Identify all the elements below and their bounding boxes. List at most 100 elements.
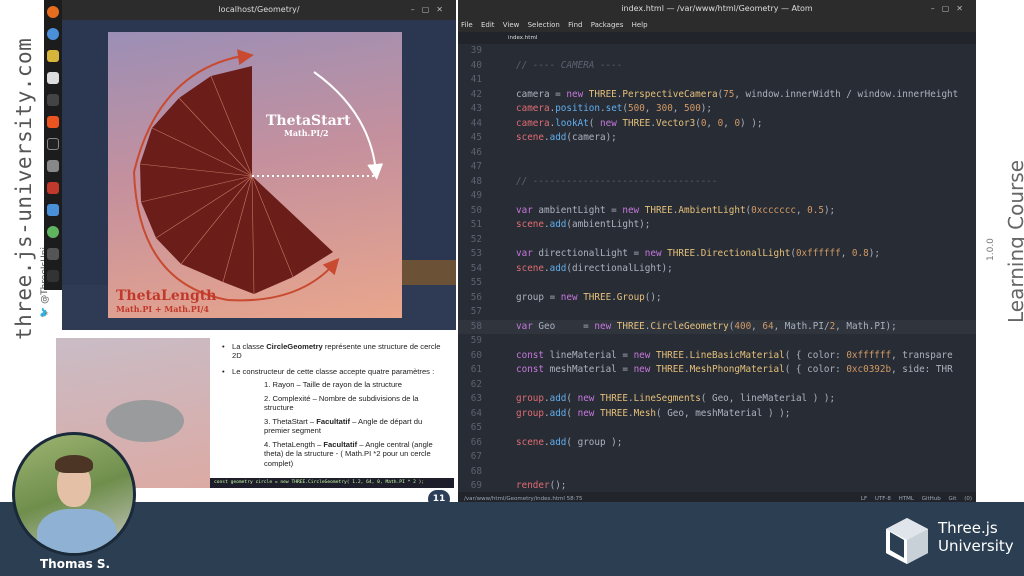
settings-icon[interactable]: [47, 160, 59, 172]
line-number: 69: [470, 480, 482, 491]
line-text: var ambientLight = new THREE.AmbientLigh…: [516, 204, 836, 216]
course-version: 1.0.0: [986, 238, 996, 261]
chrome-icon[interactable]: [47, 28, 59, 40]
scene-background-window: [398, 260, 456, 288]
code-line[interactable]: 63 group.add( new THREE.LineSegments( Geo…: [458, 392, 976, 407]
code-line[interactable]: 55: [458, 276, 976, 291]
code-line[interactable]: 56 group = new THREE.Group();: [458, 291, 976, 306]
line-text: var directionalLight = new THREE.Directi…: [516, 248, 880, 259]
presenter-avatar: [12, 432, 136, 556]
geometry-diagram: ThetaStart Math.PI/2 ThetaLength Math.PI…: [116, 49, 384, 314]
theta-start-label: ThetaStart: [266, 113, 351, 129]
app-icon[interactable]: [47, 50, 59, 62]
menu-edit[interactable]: Edit: [481, 21, 495, 29]
line-number: 40: [470, 59, 482, 71]
code-line[interactable]: 42 camera = new THREE.PerspectiveCamera(7…: [458, 88, 976, 103]
atom-titlebar: index.html — /var/www/html/Geometry — At…: [458, 0, 976, 18]
software-icon[interactable]: [47, 116, 59, 128]
theta-length-label: ThetaLength: [116, 288, 216, 304]
apps-grid-icon[interactable]: [47, 270, 59, 282]
line-number: 51: [470, 219, 482, 230]
code-line[interactable]: 40 // ---- CAMERA ----: [458, 59, 976, 74]
line-number: 47: [470, 161, 482, 172]
param-item: 1. Rayon – Taille de rayon de la structu…: [264, 380, 402, 390]
firefox-icon[interactable]: [47, 6, 59, 18]
webgl-canvas[interactable]: ThetaStart Math.PI/2 ThetaLength Math.PI…: [108, 32, 402, 318]
inkscape-icon[interactable]: [47, 138, 59, 150]
menu-bar: File Edit View Selection Find Packages H…: [458, 18, 976, 32]
line-number: 48: [470, 175, 482, 187]
param-item: 2. Complexité – Nombre de subdivisions d…: [264, 393, 419, 413]
line-text: var Geo = new THREE.CircleGeometry(400, …: [516, 320, 897, 332]
line-number: 56: [470, 291, 482, 303]
code-line[interactable]: 68: [458, 465, 976, 480]
line-number: 44: [470, 117, 482, 129]
code-line[interactable]: 45 scene.add(camera);: [458, 131, 976, 146]
code-line[interactable]: 60 const lineMaterial = new THREE.LineBas…: [458, 349, 976, 364]
line-text: scene.add( group );: [516, 436, 623, 448]
menu-view[interactable]: View: [503, 21, 520, 29]
menu-packages[interactable]: Packages: [591, 21, 624, 29]
line-number: 66: [470, 436, 482, 448]
filezilla-icon[interactable]: [47, 182, 59, 194]
line-text: const lineMaterial = new THREE.LineBasic…: [516, 349, 953, 361]
line-text: render();: [516, 480, 567, 491]
line-number: 62: [470, 378, 482, 390]
code-line[interactable]: 46: [458, 146, 976, 161]
presenter-name: Thomas S.: [40, 557, 111, 571]
code-line[interactable]: 50 var ambientLight = new THREE.AmbientLi…: [458, 204, 976, 219]
code-line[interactable]: 53 var directionalLight = new THREE.Direc…: [458, 247, 976, 262]
menu-find[interactable]: Find: [568, 21, 582, 29]
course-branding: Learning Course 1.0.0: [986, 160, 1024, 323]
code-line[interactable]: 64 group.add( new THREE.Mesh( Geo, meshMa…: [458, 407, 976, 422]
menu-help[interactable]: Help: [632, 21, 648, 29]
line-number: 64: [470, 407, 482, 419]
atom-icon[interactable]: [47, 226, 59, 238]
code-line[interactable]: 43 camera.position.set(500, 300, 500);: [458, 102, 976, 117]
code-line[interactable]: 69 render();: [458, 479, 976, 492]
browser-window: localhost/Geometry/ –▢✕ ThetaStart Math.…: [62, 0, 456, 330]
line-number: 65: [470, 422, 482, 433]
code-line[interactable]: 66 scene.add( group );: [458, 436, 976, 451]
code-line[interactable]: 39: [458, 44, 976, 59]
terminal-icon[interactable]: [47, 94, 59, 106]
line-number: 46: [470, 146, 482, 158]
code-line[interactable]: 44 camera.lookAt( new THREE.Vector3(0, 0,…: [458, 117, 976, 132]
code-line[interactable]: 51 scene.add(ambientLight);: [458, 218, 976, 233]
code-line[interactable]: 54 scene.add(directionalLight);: [458, 262, 976, 277]
code-line[interactable]: 47: [458, 160, 976, 175]
line-text: group.add( new THREE.Mesh( Geo, meshMate…: [516, 407, 791, 419]
line-text: // ---------------------------------: [516, 175, 718, 187]
trash-icon[interactable]: [47, 248, 59, 260]
code-line[interactable]: 59: [458, 334, 976, 349]
code-line[interactable]: 52: [458, 233, 976, 248]
code-line[interactable]: 57: [458, 305, 976, 320]
tab-bar: index.html: [458, 32, 976, 44]
line-number: 60: [470, 349, 482, 361]
window-controls[interactable]: –▢✕: [931, 0, 970, 18]
line-text: scene.add(camera);: [516, 132, 617, 143]
line-number: 42: [470, 88, 482, 100]
line-number: 43: [470, 103, 482, 114]
code-line[interactable]: 49: [458, 189, 976, 204]
code-line[interactable]: 67: [458, 450, 976, 465]
code-line[interactable]: 65: [458, 421, 976, 436]
code-line[interactable]: 41: [458, 73, 976, 88]
line-text: group.add( new THREE.LineSegments( Geo, …: [516, 393, 836, 404]
line-number: 45: [470, 132, 482, 143]
bullet-2: Le constructeur de cette classe accepte …: [218, 367, 450, 377]
code-line[interactable]: 58 var Geo = new THREE.CircleGeometry(400…: [458, 319, 976, 334]
files-icon[interactable]: [47, 72, 59, 84]
code-line[interactable]: 48 // ---------------------------------: [458, 175, 976, 190]
window-controls[interactable]: –▢✕: [411, 0, 450, 20]
code-editor[interactable]: 39 40 // ---- CAMERA ---- 41 42 camera = new …: [458, 44, 976, 492]
code-line[interactable]: 62: [458, 378, 976, 393]
menu-selection[interactable]: Selection: [528, 21, 560, 29]
slide-bullets: La classe CircleGeometry représente une …: [218, 342, 450, 472]
menu-file[interactable]: File: [461, 21, 473, 29]
line-number: 68: [470, 465, 482, 477]
theta-length-value: Math.PI + Math.PI/4: [116, 304, 209, 314]
image-icon[interactable]: [47, 204, 59, 216]
code-line[interactable]: 61 const meshMaterial = new THREE.MeshPho…: [458, 363, 976, 378]
tab-index-html[interactable]: index.html: [508, 32, 568, 44]
